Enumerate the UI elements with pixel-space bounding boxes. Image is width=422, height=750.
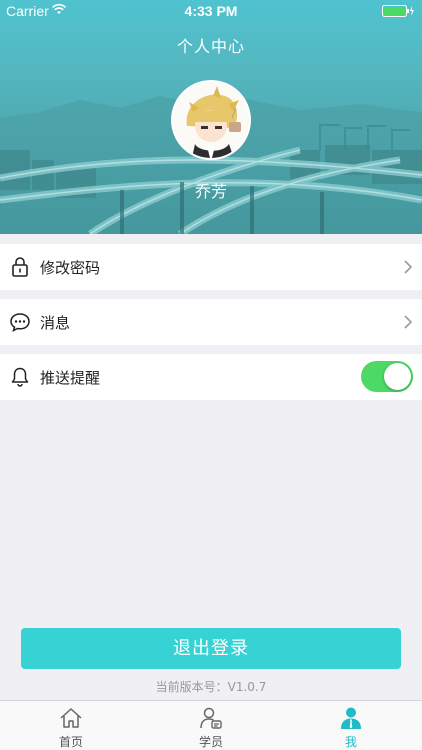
tab-me[interactable]: 我: [281, 701, 421, 750]
menu-item-change-password[interactable]: 修改密码: [0, 244, 422, 290]
me-icon: [341, 707, 361, 729]
chevron-right-icon: [404, 315, 413, 329]
push-notification-toggle[interactable]: [361, 361, 413, 392]
menu-item-label: 修改密码: [40, 259, 101, 277]
menu-item-push-notifications: 推送提醒: [0, 354, 422, 400]
battery-icon: [382, 5, 414, 17]
status-bar: Carrier 4:33 PM: [0, 0, 422, 22]
students-icon: [200, 707, 222, 729]
logout-button[interactable]: 退出登录: [21, 628, 401, 669]
tab-label: 我: [344, 735, 357, 749]
menu-item-label: 消息: [40, 314, 71, 332]
tab-label: 学员: [198, 735, 223, 749]
bell-icon: [11, 367, 29, 387]
chevron-right-icon: [404, 260, 413, 274]
tab-students[interactable]: 学员: [141, 701, 281, 750]
tab-label: 首页: [58, 735, 83, 749]
lock-icon: [12, 257, 28, 277]
status-time: 4:33 PM: [184, 3, 238, 19]
menu-item-label: 推送提醒: [40, 369, 101, 387]
avatar[interactable]: [171, 80, 251, 160]
chat-bubble-icon: [10, 313, 30, 332]
home-icon: [60, 708, 82, 728]
tab-home[interactable]: 首页: [1, 701, 141, 750]
page-title: 个人中心: [176, 37, 245, 56]
username: 乔芳: [194, 182, 227, 201]
version-label: 当前版本号：V1.0.7: [155, 680, 267, 694]
tab-bar: 首页 学员 我: [0, 700, 422, 750]
menu-item-messages[interactable]: 消息: [0, 299, 422, 345]
toggle-knob: [384, 363, 411, 390]
profile-header: Carrier 4:33 PM 个人中心 乔芳: [0, 0, 422, 234]
